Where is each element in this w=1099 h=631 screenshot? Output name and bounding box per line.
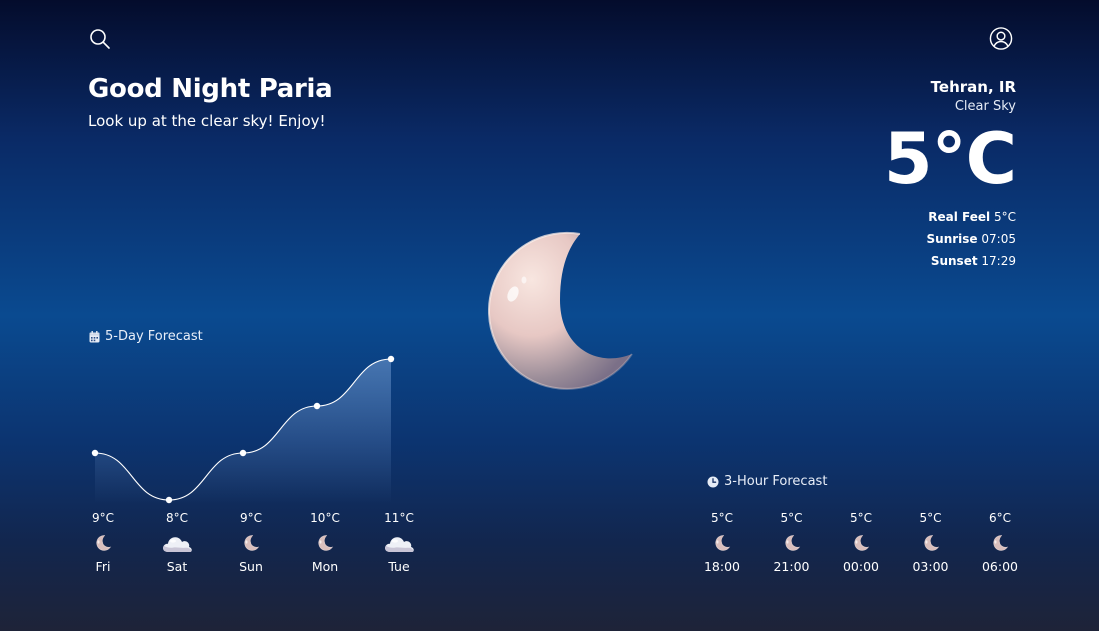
day-forecast-item: 11°C Tue (374, 510, 424, 575)
day-temperature: 10°C (310, 511, 340, 525)
crescent-moon-illustration (488, 231, 633, 390)
user-circle-icon (989, 26, 1013, 50)
moon-icon (226, 530, 276, 556)
moon-icon (300, 530, 350, 556)
weather-details: Real Feel 5°C Sunrise 07:05 Sunset 17:29 (884, 206, 1016, 272)
sunrise-label: Sunrise (926, 232, 978, 246)
profile-button[interactable] (989, 26, 1013, 50)
day-label: Fri (95, 559, 111, 574)
hour-label: 06:00 (981, 559, 1019, 574)
current-temperature: 5°C (883, 118, 1017, 200)
five-day-title-text: 5-Day Forecast (105, 329, 203, 344)
five-day-forecast-title: 5-Day Forecast (89, 329, 203, 344)
greeting-title: Good Night Paria (88, 74, 333, 104)
day-temperature: 11°C (384, 511, 414, 525)
moon-icon (906, 530, 956, 556)
day-temperature: 8°C (165, 511, 188, 525)
condition-text: Clear Sky (954, 99, 1016, 114)
moon-icon (836, 530, 886, 556)
temperature-point (91, 449, 99, 457)
hour-label: 03:00 (912, 559, 949, 574)
day-forecast-item: 9°C Sun (226, 510, 276, 575)
day-forecast-item: 9°C Fri (78, 510, 128, 575)
hour-temperature: 5°C (780, 511, 803, 525)
cloud-icon (152, 530, 202, 556)
greeting-subtitle: Look up at the clear sky! Enjoy! (88, 112, 326, 130)
temperature-point (387, 355, 395, 363)
day-label: Sat (166, 559, 188, 574)
moon-icon (767, 530, 817, 556)
temperature-point (239, 449, 247, 457)
search-icon (90, 29, 110, 49)
hour-forecast-item: 6°C 06:00 (975, 510, 1025, 575)
day-label: Tue (388, 559, 410, 574)
sunset-label: Sunset (930, 254, 978, 268)
hour-temperature: 5°C (849, 511, 872, 525)
day-forecast-item: 10°C Mon (300, 510, 350, 575)
temperature-point (165, 496, 173, 504)
moon-icon (697, 530, 747, 556)
sunset-row: Sunset 17:29 (884, 250, 1016, 272)
hour-forecast-item: 5°C 03:00 (906, 510, 956, 575)
greeting-block: Good Night Paria Look up at the clear sk… (88, 74, 333, 130)
three-hour-title-text: 3-Hour Forecast (724, 474, 828, 489)
current-weather: Tehran, IR Clear Sky 5°C Real Feel 5°C S… (883, 78, 1017, 272)
hour-forecast-item: 5°C 21:00 (767, 510, 817, 575)
day-label: Sun (239, 559, 263, 574)
real-feel-label: Real Feel (928, 210, 991, 224)
day-label: Mon (311, 559, 339, 574)
hour-temperature: 5°C (919, 511, 942, 525)
sunset-value: 17:29 (981, 254, 1016, 268)
temperature-point (313, 402, 321, 410)
real-feel-value: 5°C (993, 210, 1016, 224)
day-temperature: 9°C (91, 511, 114, 525)
hour-forecast-item: 5°C 18:00 (697, 510, 747, 575)
hour-label: 21:00 (773, 559, 810, 574)
cloud-icon (374, 530, 424, 556)
three-hour-forecast-title: 3-Hour Forecast (707, 474, 827, 489)
hour-forecast-item: 5°C 00:00 (836, 510, 886, 575)
hour-label: 00:00 (842, 559, 880, 574)
sunrise-row: Sunrise 07:05 (884, 228, 1016, 250)
hour-temperature: 5°C (710, 511, 733, 525)
moon-icon (78, 530, 128, 556)
real-feel-row: Real Feel 5°C (884, 206, 1016, 228)
location-name: Tehran, IR (930, 78, 1016, 96)
day-temperature: 9°C (239, 511, 262, 525)
calendar-icon (89, 330, 100, 342)
moon-icon (975, 530, 1025, 556)
hour-label: 18:00 (703, 559, 741, 574)
hour-temperature: 6°C (988, 511, 1011, 525)
temperature-line (94, 358, 392, 501)
search-button[interactable] (88, 27, 112, 51)
day-forecast-item: 8°C Sat (152, 510, 202, 575)
temperature-area (95, 359, 391, 504)
sunrise-value: 07:05 (981, 232, 1016, 246)
clock-icon (707, 476, 719, 487)
